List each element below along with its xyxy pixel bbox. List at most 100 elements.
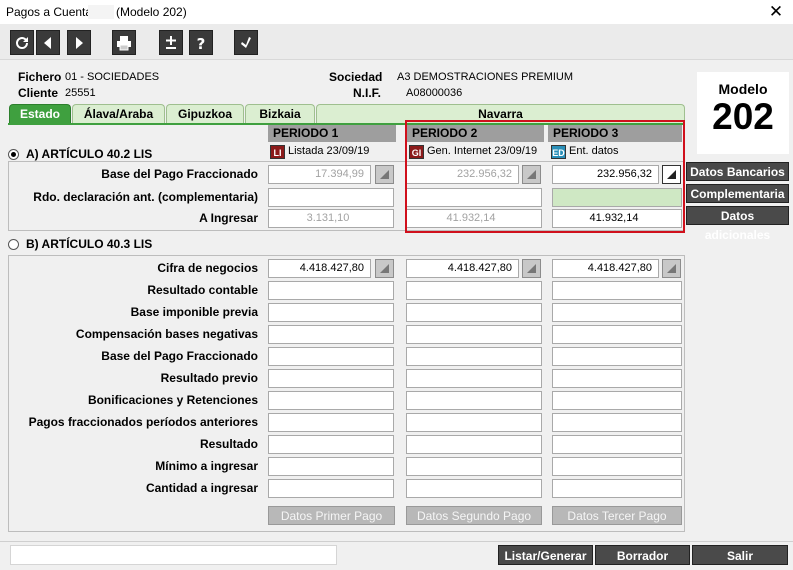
period-3-field[interactable] (552, 325, 682, 344)
arrow-left-icon[interactable] (36, 30, 60, 55)
period-2-field[interactable]: 4.418.427,80 (406, 259, 519, 278)
period-1-field[interactable]: 17.394,99 (268, 165, 371, 184)
period-1-field[interactable] (268, 391, 394, 410)
salir-button[interactable]: Salir (692, 545, 788, 565)
period-1-field[interactable] (268, 369, 394, 388)
period-3-field[interactable] (552, 281, 682, 300)
sociedad-label: Sociedad (329, 70, 383, 84)
period-3-field[interactable] (552, 435, 682, 454)
period-3-field[interactable] (552, 303, 682, 322)
period-1-field[interactable] (268, 479, 394, 498)
period-3-field[interactable]: 41.932,14 (552, 209, 682, 228)
datos-tercer-pago-button[interactable]: Datos Tercer Pago (552, 506, 682, 525)
row-label: A Ingresar (199, 211, 258, 225)
tab-alava[interactable]: Álava/Araba (72, 104, 165, 124)
section-b[interactable]: B) ARTÍCULO 40.3 LIS (8, 237, 152, 251)
radio-selected-icon[interactable] (8, 148, 19, 160)
calculator-icon[interactable] (375, 259, 394, 278)
printer-icon[interactable] (112, 30, 136, 55)
period-1-field[interactable] (268, 435, 394, 454)
period-3-field[interactable] (552, 391, 682, 410)
plus-minus-icon[interactable] (159, 30, 183, 55)
period-1-field[interactable] (268, 188, 394, 207)
row-label: Compensación bases negativas (75, 327, 258, 341)
borrador-button[interactable]: Borrador (595, 545, 690, 565)
period-3-field[interactable] (552, 369, 682, 388)
window-title-suffix: (Modelo 202) (116, 5, 187, 19)
period-1-field[interactable] (268, 325, 394, 344)
row-label: Resultado previo (160, 371, 258, 385)
calculator-icon[interactable] (662, 165, 681, 184)
period-2-field[interactable] (406, 347, 542, 366)
period-2-field[interactable] (406, 435, 542, 454)
period-3-field[interactable] (552, 413, 682, 432)
period-3-field[interactable]: 232.956,32 (552, 165, 659, 184)
help-icon[interactable]: ? (189, 30, 213, 55)
row-label: Mínimo a ingresar (155, 459, 258, 473)
period-3-field[interactable] (552, 479, 682, 498)
tab-estado[interactable]: Estado (9, 104, 71, 124)
period-3-field[interactable] (552, 188, 682, 207)
calculator-icon[interactable] (522, 165, 541, 184)
row-label: Cifra de negocios (157, 261, 258, 275)
period-3-status-text: Ent. datos (569, 145, 619, 157)
refresh-icon[interactable] (10, 30, 34, 55)
close-icon[interactable]: ✕ (766, 2, 786, 22)
period-1-field[interactable] (268, 303, 394, 322)
period-3-field[interactable] (552, 457, 682, 476)
datos-segundo-pago-button[interactable]: Datos Segundo Pago (406, 506, 542, 525)
modelo-label: Modelo (718, 81, 768, 97)
period-2-field[interactable] (406, 391, 542, 410)
tab-gipuzkoa[interactable]: Gipuzkoa (166, 104, 244, 124)
period-1-field[interactable] (268, 347, 394, 366)
period-1-field[interactable] (268, 281, 394, 300)
period-1-field[interactable] (268, 457, 394, 476)
row-label: Bonificaciones y Retenciones (87, 393, 258, 407)
datos-bancarios-button[interactable]: Datos Bancarios (686, 162, 789, 181)
title-redacted (88, 5, 114, 19)
period-2-field[interactable] (406, 457, 542, 476)
complementaria-button[interactable]: Complementaria (686, 184, 789, 203)
period-2-field[interactable]: 41.932,14 (406, 209, 542, 228)
datos-adicionales-button[interactable]: Datos adicionales (686, 206, 789, 242)
period-1-status: LI Listada 23/09/19 (270, 144, 369, 159)
period-1-field[interactable]: 4.418.427,80 (268, 259, 371, 278)
period-1-field[interactable]: 3.131,10 (268, 209, 394, 228)
row-label: Resultado contable (147, 283, 258, 297)
calculator-icon[interactable] (662, 259, 681, 278)
radio-unselected-icon[interactable] (8, 238, 19, 250)
modelo-number: 202 (712, 96, 774, 137)
row-label: Base del Pago Fraccionado (101, 349, 258, 363)
period-3-status: ED Ent. datos (551, 144, 619, 159)
datos-primer-pago-button[interactable]: Datos Primer Pago (268, 506, 395, 525)
fichero-value: 01 - SOCIEDADES (65, 71, 160, 83)
row-label: Cantidad a ingresar (145, 481, 258, 495)
tab-bizkaia[interactable]: Bizkaia (245, 104, 315, 124)
cliente-label: Cliente (18, 86, 59, 100)
period-2-field[interactable] (406, 413, 542, 432)
nif-label: N.I.F. (353, 86, 382, 100)
calculator-icon[interactable] (522, 259, 541, 278)
period-2-field[interactable] (406, 325, 542, 344)
period-2-field[interactable] (406, 281, 542, 300)
calculator-icon[interactable] (375, 165, 394, 184)
arrow-right-icon[interactable] (67, 30, 91, 55)
period-2-field[interactable]: 232.956,32 (406, 165, 519, 184)
period-1-status-text: Listada 23/09/19 (288, 145, 370, 157)
tab-navarra[interactable]: Navarra (316, 104, 685, 124)
period-2-field[interactable] (406, 479, 542, 498)
period-2-field[interactable] (406, 369, 542, 388)
period-3-field[interactable]: 4.418.427,80 (552, 259, 659, 278)
section-a-label: A) ARTÍCULO 40.2 LIS (26, 147, 153, 161)
section-a[interactable]: A) ARTÍCULO 40.2 LIS (8, 147, 152, 161)
period-2-field[interactable] (406, 303, 542, 322)
period-2-field[interactable] (406, 188, 542, 207)
period-1-field[interactable] (268, 413, 394, 432)
period-2-status: GI Gen. Internet 23/09/19 (409, 144, 537, 159)
period-3-field[interactable] (552, 347, 682, 366)
sociedad-value: A3 DEMOSTRACIONES PREMIUM (397, 71, 574, 83)
check-icon[interactable] (234, 30, 258, 55)
section-b-label: B) ARTÍCULO 40.3 LIS (26, 237, 153, 251)
internet-badge-icon: GI (409, 144, 424, 159)
listar-generar-button[interactable]: Listar/Generar (498, 545, 593, 565)
